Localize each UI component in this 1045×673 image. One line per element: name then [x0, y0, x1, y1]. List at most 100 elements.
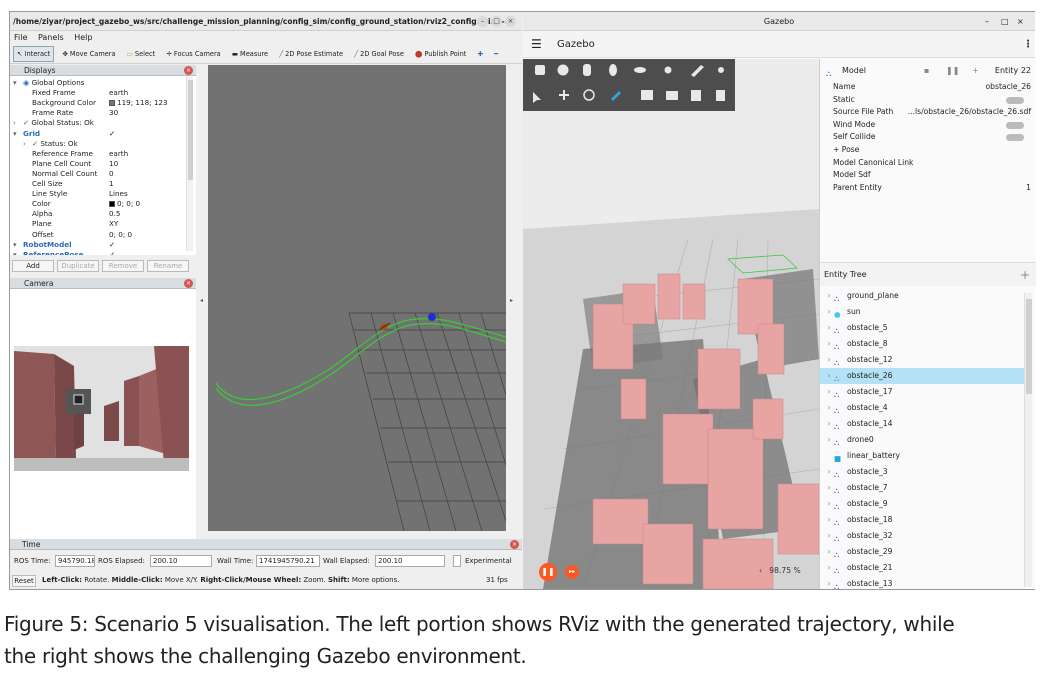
maximize-icon[interactable]: □: [491, 16, 502, 27]
display-tree-row[interactable]: ▾ ◉ Global Options: [10, 78, 190, 88]
chevron-right-icon[interactable]: ›: [824, 544, 834, 560]
chevron-right-icon[interactable]: ›: [824, 528, 834, 544]
minimize-icon[interactable]: –: [477, 16, 488, 27]
entity-tree-item[interactable]: › ⛬ obstacle_7: [820, 480, 1025, 496]
display-tree-row[interactable]: Line Style Lines: [10, 189, 190, 199]
tool-2d-pose-estimate[interactable]: ╱ 2D Pose Estimate: [276, 44, 346, 64]
entity-tree-item[interactable]: › ⛬ obstacle_14: [820, 416, 1025, 432]
entity-tree-item[interactable]: › ⛬ obstacle_13: [820, 576, 1025, 589]
tool-move-camera[interactable]: ✥ Move Camera: [59, 44, 118, 64]
chevron-right-icon[interactable]: ›: [824, 288, 834, 304]
entity-tree-item[interactable]: › ⛬ obstacle_12: [820, 352, 1025, 368]
tool-focus-camera[interactable]: ✛ Focus Camera: [163, 44, 223, 64]
expand-arrow-icon[interactable]: ▾: [13, 240, 17, 250]
chevron-right-icon[interactable]: ›: [824, 560, 834, 576]
display-tree-row[interactable]: Reference Frame earth: [10, 149, 190, 159]
remove-tool-icon[interactable]: ━: [491, 44, 501, 64]
display-tree-row[interactable]: Cell Size 1: [10, 179, 190, 189]
entity-tree-item[interactable]: › ⛬ obstacle_9: [820, 496, 1025, 512]
display-tree-row[interactable]: › ✓ Status: Ok: [10, 139, 190, 149]
entity-tree-item[interactable]: › ⛬ obstacle_26: [820, 368, 1025, 384]
chevron-right-icon[interactable]: ›: [824, 352, 834, 368]
chevron-right-icon[interactable]: ›: [824, 576, 834, 589]
tool-interact[interactable]: ↖ Interact: [13, 46, 55, 62]
chevron-right-icon[interactable]: ›: [824, 304, 834, 320]
lock-icon[interactable]: ▪: [924, 63, 929, 79]
add-entity-icon[interactable]: +: [1020, 263, 1030, 287]
panel-close-icon[interactable]: ×: [510, 540, 519, 549]
entity-tree-item[interactable]: › ● sun: [820, 304, 1025, 320]
chevron-right-icon[interactable]: ›: [824, 368, 834, 384]
ros-elapsed-field[interactable]: 200.10: [150, 555, 212, 567]
play-pause-button[interactable]: ❚❚: [539, 563, 557, 581]
display-tree-row[interactable]: Background Color 119; 118; 123: [10, 98, 190, 108]
more-options-icon[interactable]: ⋮: [1023, 31, 1033, 58]
remove-button[interactable]: Remove: [102, 260, 144, 272]
entity-tree-item[interactable]: ■ linear_battery: [820, 448, 1025, 464]
display-tree-row[interactable]: Plane Cell Count 10: [10, 159, 190, 169]
display-tree-row[interactable]: ▾ Grid ✓: [10, 129, 190, 139]
add-button[interactable]: Add: [12, 260, 54, 272]
tool-measure[interactable]: ▬ Measure: [229, 44, 271, 64]
rename-button[interactable]: Rename: [147, 260, 189, 272]
duplicate-button[interactable]: Duplicate: [57, 260, 99, 272]
displays-scrollbar[interactable]: [186, 76, 193, 251]
tool-2d-goal-pose[interactable]: ╱ 2D Goal Pose: [351, 44, 407, 64]
chevron-right-icon[interactable]: ›: [824, 512, 834, 528]
hamburger-menu-icon[interactable]: ☰: [531, 31, 542, 58]
add-tool-icon[interactable]: ✚: [474, 44, 486, 64]
plus-icon[interactable]: +: [972, 63, 979, 79]
chevron-right-icon[interactable]: ›: [824, 320, 834, 336]
panel-close-icon[interactable]: ×: [184, 66, 193, 75]
chevron-right-icon[interactable]: ›: [824, 336, 834, 352]
wall-elapsed-field[interactable]: 200.10: [375, 555, 445, 567]
wall-time-field[interactable]: 1741945790.21: [256, 555, 320, 567]
entity-tree-item[interactable]: › ⛬ obstacle_8: [820, 336, 1025, 352]
pause-icon[interactable]: ❚❚: [946, 63, 959, 79]
display-tree-row[interactable]: ▾ ReferencePose ✓: [10, 250, 190, 255]
expand-arrow-icon[interactable]: ›: [23, 139, 26, 149]
reset-button[interactable]: Reset: [12, 575, 36, 587]
tool-select[interactable]: ▭ Select: [124, 44, 159, 64]
expand-arrow-icon[interactable]: ›: [13, 118, 16, 128]
rviz-3d-view[interactable]: [208, 65, 506, 531]
close-icon[interactable]: ×: [505, 16, 516, 27]
chevron-right-icon[interactable]: ›: [824, 416, 834, 432]
toggle-switch[interactable]: [1006, 134, 1024, 142]
display-tree-row[interactable]: Color 0; 0; 0: [10, 199, 190, 209]
display-tree-row[interactable]: Plane XY: [10, 219, 190, 229]
display-tree-row[interactable]: Fixed Frame earth: [10, 88, 190, 98]
chevron-right-icon[interactable]: ›: [824, 400, 834, 416]
display-tree-row[interactable]: Normal Cell Count 0: [10, 169, 190, 179]
menu-panels[interactable]: Panels: [38, 33, 64, 42]
ros-time-field[interactable]: 945790.18: [55, 555, 95, 567]
entity-tree-item[interactable]: › ⛬ obstacle_18: [820, 512, 1025, 528]
entity-tree-scrollbar[interactable]: [1024, 293, 1032, 587]
expand-arrow-icon[interactable]: ▾: [13, 129, 17, 139]
display-tree-row[interactable]: Offset 0; 0; 0: [10, 230, 190, 240]
entity-tree-item[interactable]: › ⛬ ground_plane: [820, 288, 1025, 304]
splitter-handle-icon[interactable]: ▸: [510, 297, 513, 304]
entity-tree-item[interactable]: › ⛬ obstacle_32: [820, 528, 1025, 544]
entity-tree-item[interactable]: › ⛬ obstacle_17: [820, 384, 1025, 400]
display-tree-row[interactable]: Alpha 0.5: [10, 209, 190, 219]
minimize-icon[interactable]: –: [985, 12, 989, 31]
display-tree-row[interactable]: Frame Rate 30: [10, 108, 190, 118]
experimental-checkbox[interactable]: [453, 555, 461, 567]
chevron-right-icon[interactable]: ›: [824, 464, 834, 480]
entity-tree-item[interactable]: › ⛬ obstacle_3: [820, 464, 1025, 480]
scrollbar-thumb[interactable]: [1026, 299, 1032, 394]
entity-tree-item[interactable]: › ⛬ drone0: [820, 432, 1025, 448]
expand-arrow-icon[interactable]: ▾: [13, 250, 17, 255]
splitter-handle-icon[interactable]: ◂: [200, 297, 203, 304]
chevron-right-icon[interactable]: ›: [824, 496, 834, 512]
tool-publish-point[interactable]: ⬤ Publish Point: [412, 44, 469, 64]
chevron-right-icon[interactable]: ›: [824, 384, 834, 400]
close-icon[interactable]: ×: [1017, 12, 1024, 31]
chevron-left-icon[interactable]: ‹: [759, 566, 762, 575]
chevron-right-icon[interactable]: ›: [824, 480, 834, 496]
maximize-icon[interactable]: □: [1001, 12, 1009, 31]
menu-help[interactable]: Help: [74, 33, 92, 42]
display-tree-row[interactable]: › ✓ Global Status: Ok: [10, 118, 190, 128]
display-tree-row[interactable]: ▾ RobotModel ✓: [10, 240, 190, 250]
